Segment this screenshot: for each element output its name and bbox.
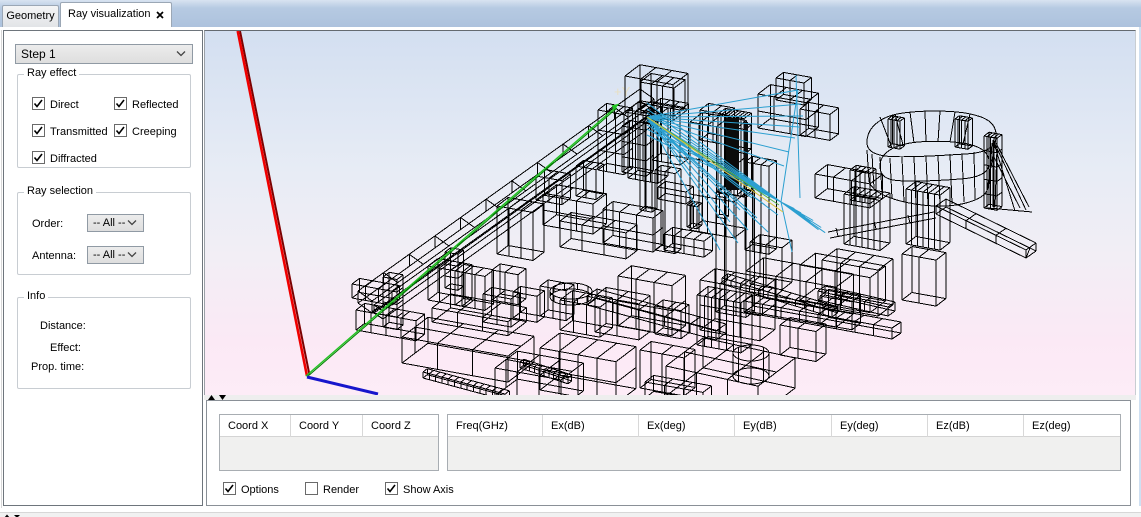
svg-text:+Y: +Y — [614, 84, 631, 99]
